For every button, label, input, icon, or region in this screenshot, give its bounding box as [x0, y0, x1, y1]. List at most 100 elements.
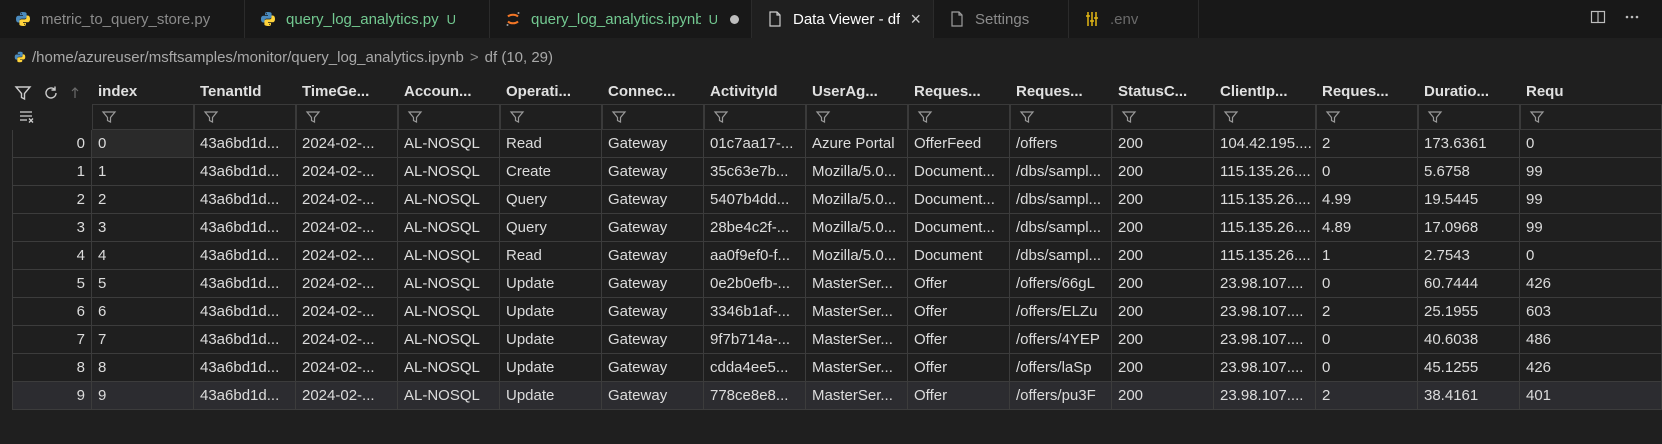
table-cell[interactable]: /dbs/sampl...: [1010, 186, 1112, 214]
table-cell[interactable]: 0e2b0efb-...: [704, 270, 806, 298]
column-filter-input[interactable]: [500, 104, 602, 130]
table-cell[interactable]: 28be4c2f-...: [704, 214, 806, 242]
column-filter-input[interactable]: [194, 104, 296, 130]
table-cell[interactable]: Gateway: [602, 354, 704, 382]
table-cell[interactable]: 2: [1316, 382, 1418, 410]
table-cell[interactable]: AL-NOSQL: [398, 242, 500, 270]
table-cell[interactable]: 200: [1112, 354, 1214, 382]
table-cell[interactable]: 01c7aa17-...: [704, 130, 806, 158]
table-cell[interactable]: 43a6bd1d...: [194, 354, 296, 382]
table-cell[interactable]: Offer: [908, 270, 1010, 298]
tab-env[interactable]: .env: [1069, 0, 1199, 38]
table-cell[interactable]: AL-NOSQL: [398, 270, 500, 298]
table-cell[interactable]: 5: [92, 270, 194, 298]
table-cell[interactable]: /offers/laSp: [1010, 354, 1112, 382]
table-cell[interactable]: Offer: [908, 298, 1010, 326]
column-filter-input[interactable]: [1316, 104, 1418, 130]
table-cell[interactable]: 45.1255: [1418, 354, 1520, 382]
table-cell[interactable]: 2024-02-...: [296, 158, 398, 186]
close-icon[interactable]: ×: [900, 9, 921, 30]
table-cell[interactable]: 99: [1520, 214, 1662, 242]
table-cell[interactable]: 200: [1112, 186, 1214, 214]
column-filter-input[interactable]: [1010, 104, 1112, 130]
table-cell[interactable]: 2024-02-...: [296, 298, 398, 326]
table-cell[interactable]: 43a6bd1d...: [194, 186, 296, 214]
table-cell[interactable]: 0: [1316, 270, 1418, 298]
tab-data-viewer[interactable]: Data Viewer - df ×: [752, 0, 934, 38]
table-cell[interactable]: 2024-02-...: [296, 186, 398, 214]
table-cell[interactable]: 9: [92, 382, 194, 410]
table-cell[interactable]: 40.6038: [1418, 326, 1520, 354]
table-row[interactable]: 6 6 43a6bd1d... 2024-02-... AL-NOSQL Update Ga…: [0, 298, 1662, 326]
table-row[interactable]: 0 0 43a6bd1d... 2024-02-... AL-NOSQL Read Gate…: [0, 130, 1662, 158]
table-cell[interactable]: 5407b4dd...: [704, 186, 806, 214]
table-cell[interactable]: 401: [1520, 382, 1662, 410]
table-cell[interactable]: Document: [908, 242, 1010, 270]
table-cell[interactable]: /offers/pu3F: [1010, 382, 1112, 410]
table-cell[interactable]: MasterSer...: [806, 298, 908, 326]
table-cell[interactable]: 23.98.107....: [1214, 382, 1316, 410]
table-cell[interactable]: /offers/66gL: [1010, 270, 1112, 298]
table-cell[interactable]: 9f7b714a-...: [704, 326, 806, 354]
table-cell[interactable]: 200: [1112, 242, 1214, 270]
filter-icon[interactable]: [14, 84, 32, 105]
table-cell[interactable]: AL-NOSQL: [398, 326, 500, 354]
more-actions-icon[interactable]: [1624, 9, 1640, 30]
column-filter-input[interactable]: [1112, 104, 1214, 130]
table-row[interactable]: 8 8 43a6bd1d... 2024-02-... AL-NOSQL Update Ga…: [0, 354, 1662, 382]
column-filter-input[interactable]: [296, 104, 398, 130]
column-header[interactable]: Reques...: [1316, 78, 1418, 104]
table-cell[interactable]: 2024-02-...: [296, 270, 398, 298]
table-cell[interactable]: 2024-02-...: [296, 130, 398, 158]
table-cell[interactable]: 115.135.26....: [1214, 242, 1316, 270]
table-cell[interactable]: Gateway: [602, 298, 704, 326]
table-cell[interactable]: 99: [1520, 158, 1662, 186]
table-cell[interactable]: 2024-02-...: [296, 214, 398, 242]
table-cell[interactable]: /offers: [1010, 130, 1112, 158]
table-cell[interactable]: 115.135.26....: [1214, 158, 1316, 186]
table-cell[interactable]: 200: [1112, 326, 1214, 354]
table-cell[interactable]: cdda4ee5...: [704, 354, 806, 382]
table-cell[interactable]: 23.98.107....: [1214, 354, 1316, 382]
table-cell[interactable]: Query: [500, 186, 602, 214]
table-cell[interactable]: Gateway: [602, 382, 704, 410]
column-filter-input[interactable]: [602, 104, 704, 130]
column-header[interactable]: Reques...: [908, 78, 1010, 104]
column-filter-input[interactable]: [1418, 104, 1520, 130]
table-cell[interactable]: Gateway: [602, 214, 704, 242]
table-cell[interactable]: 115.135.26....: [1214, 214, 1316, 242]
table-cell[interactable]: 200: [1112, 270, 1214, 298]
table-cell[interactable]: Mozilla/5.0...: [806, 242, 908, 270]
table-cell[interactable]: 200: [1112, 130, 1214, 158]
table-cell[interactable]: 2: [1316, 298, 1418, 326]
table-cell[interactable]: 43a6bd1d...: [194, 158, 296, 186]
table-row[interactable]: 2 2 43a6bd1d... 2024-02-... AL-NOSQL Query Gat…: [0, 186, 1662, 214]
breadcrumb-item[interactable]: df (10, 29): [485, 49, 553, 66]
table-row[interactable]: 5 5 43a6bd1d... 2024-02-... AL-NOSQL Update Ga…: [0, 270, 1662, 298]
table-cell[interactable]: 8: [92, 354, 194, 382]
table-cell[interactable]: Document...: [908, 214, 1010, 242]
table-row[interactable]: 3 3 43a6bd1d... 2024-02-... AL-NOSQL Query Gat…: [0, 214, 1662, 242]
table-cell[interactable]: 38.4161: [1418, 382, 1520, 410]
table-cell[interactable]: Update: [500, 298, 602, 326]
table-cell[interactable]: 2.7543: [1418, 242, 1520, 270]
table-cell[interactable]: 7: [92, 326, 194, 354]
table-cell[interactable]: Gateway: [602, 326, 704, 354]
table-cell[interactable]: 200: [1112, 214, 1214, 242]
table-cell[interactable]: 4.99: [1316, 186, 1418, 214]
table-cell[interactable]: /dbs/sampl...: [1010, 158, 1112, 186]
column-header[interactable]: Connec...: [602, 78, 704, 104]
column-filter-input[interactable]: [92, 104, 194, 130]
table-cell[interactable]: 2: [92, 186, 194, 214]
table-cell[interactable]: 4.89: [1316, 214, 1418, 242]
table-cell[interactable]: /offers/ELZu: [1010, 298, 1112, 326]
column-header[interactable]: UserAg...: [806, 78, 908, 104]
table-cell[interactable]: 23.98.107....: [1214, 298, 1316, 326]
table-cell[interactable]: 0: [1316, 158, 1418, 186]
table-cell[interactable]: 2024-02-...: [296, 354, 398, 382]
table-cell[interactable]: 43a6bd1d...: [194, 214, 296, 242]
column-header[interactable]: TimeGe...: [296, 78, 398, 104]
table-cell[interactable]: 426: [1520, 354, 1662, 382]
table-cell[interactable]: 43a6bd1d...: [194, 130, 296, 158]
table-cell[interactable]: 426: [1520, 270, 1662, 298]
